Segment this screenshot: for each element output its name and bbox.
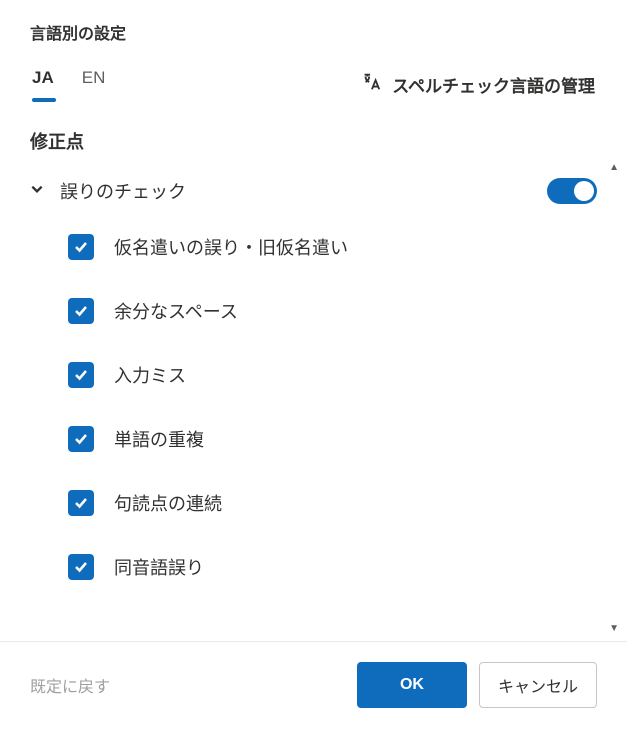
scroll-up-icon[interactable]: ▲ (609, 162, 619, 173)
check-label: 入力ミス (114, 362, 186, 388)
tab-ja[interactable]: JA (32, 68, 54, 100)
scroll-down-icon[interactable]: ▼ (609, 623, 619, 634)
check-label: 単語の重複 (114, 426, 204, 452)
translate-icon (360, 71, 382, 98)
group-label-error-check: 誤りのチェック (60, 178, 186, 204)
list-item: 単語の重複 (68, 426, 597, 452)
checkbox-punct-repeat[interactable] (68, 490, 94, 516)
error-check-toggle[interactable] (547, 178, 597, 204)
list-item: 入力ミス (68, 362, 597, 388)
tab-en[interactable]: EN (82, 68, 106, 100)
list-item: 句読点の連続 (68, 490, 597, 516)
checkbox-typo[interactable] (68, 362, 94, 388)
manage-spellcheck-label: スペルチェック言語の管理 (392, 72, 595, 97)
group-toggle-header[interactable]: 誤りのチェック (30, 178, 186, 204)
language-tabs: JA EN (32, 68, 105, 100)
manage-spellcheck-link[interactable]: スペルチェック言語の管理 (360, 71, 595, 98)
list-item: 仮名遣いの誤り・旧仮名遣い (68, 234, 597, 260)
reset-defaults-button: 既定に戻す (30, 673, 110, 697)
page-title: 言語別の設定 (30, 20, 597, 44)
checkbox-kana-error[interactable] (68, 234, 94, 260)
settings-content: 修正点 誤りのチェック 仮名遣いの誤り・旧仮名遣い (0, 100, 627, 641)
cancel-button[interactable]: キャンセル (479, 662, 597, 708)
list-item: 余分なスペース (68, 298, 597, 324)
check-label: 句読点の連続 (114, 490, 222, 516)
checkbox-word-dup[interactable] (68, 426, 94, 452)
checkbox-extra-space[interactable] (68, 298, 94, 324)
check-label: 余分なスペース (114, 298, 238, 324)
ok-button[interactable]: OK (357, 662, 467, 708)
check-label: 仮名遣いの誤り・旧仮名遣い (114, 234, 348, 260)
list-item: 同音語誤り (68, 554, 597, 580)
check-label: 同音語誤り (114, 554, 204, 580)
check-options-list: 仮名遣いの誤り・旧仮名遣い 余分なスペース 入力ミス 単語の重複 (30, 234, 597, 580)
section-title-corrections: 修正点 (30, 128, 597, 154)
chevron-down-icon (30, 182, 44, 201)
checkbox-homophone[interactable] (68, 554, 94, 580)
